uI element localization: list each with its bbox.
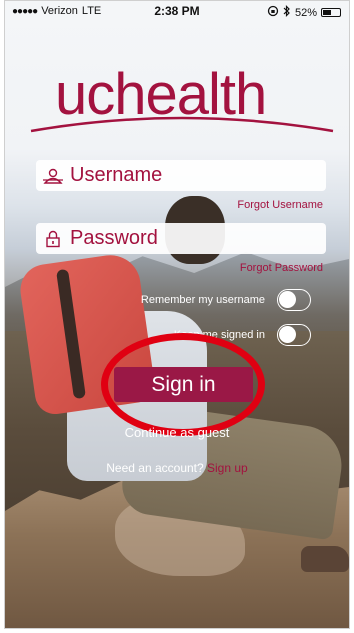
remember-username-row: Remember my username <box>141 289 311 311</box>
remember-username-label: Remember my username <box>140 294 265 306</box>
battery-icon <box>321 8 341 17</box>
forgot-username-link[interactable]: Forgot Username <box>237 199 323 211</box>
password-field[interactable] <box>36 223 326 254</box>
username-field[interactable] <box>36 160 326 191</box>
account-prompt: Need an account? <box>106 461 204 475</box>
hiker-boot <box>301 546 349 572</box>
bluetooth-icon <box>283 5 291 20</box>
forgot-password-link[interactable]: Forgot Password <box>240 262 323 274</box>
continue-as-guest-link[interactable]: Continue as guest <box>5 425 349 440</box>
user-icon <box>36 168 70 184</box>
battery-percent: 52% <box>294 6 317 19</box>
keep-signed-in-toggle[interactable] <box>277 324 311 346</box>
remember-username-toggle[interactable] <box>277 289 311 311</box>
username-input[interactable] <box>70 164 310 187</box>
lock-icon <box>36 230 70 248</box>
password-input[interactable] <box>70 227 310 250</box>
toggle-knob <box>279 291 296 308</box>
logo-swoosh <box>30 116 334 133</box>
phone-screen: ●●●●● Verizon LTE 2:38 PM 52% uchealth F… <box>4 0 350 629</box>
sign-up-link[interactable]: Sign up <box>207 461 248 475</box>
highlight-circle <box>101 333 265 436</box>
status-bar: ●●●●● Verizon LTE 2:38 PM 52% <box>5 1 349 21</box>
battery-level <box>323 10 332 15</box>
status-right: 52% <box>267 5 341 20</box>
account-row: Need an account? Sign up <box>5 461 349 475</box>
toggle-knob <box>279 326 296 343</box>
orientation-lock-icon <box>267 5 279 20</box>
uchealth-logo: uchealth <box>27 63 337 133</box>
